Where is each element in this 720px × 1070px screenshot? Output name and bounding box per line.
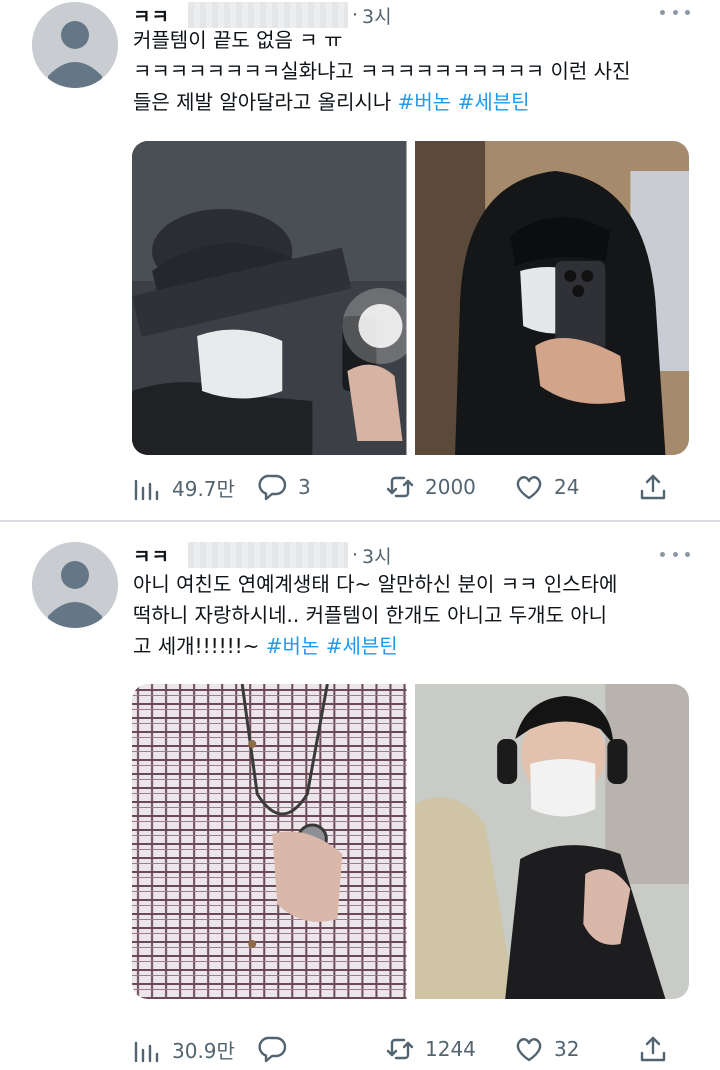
- like-icon: [516, 476, 542, 500]
- reply-icon: [258, 1036, 287, 1063]
- photo-image: [132, 684, 407, 999]
- avatar[interactable]: [32, 2, 118, 88]
- blurred-handle: [187, 542, 348, 568]
- share-icon: [640, 1036, 666, 1062]
- avatar[interactable]: [32, 542, 118, 628]
- views-button[interactable]: 49.7만: [132, 470, 235, 504]
- share-button[interactable]: [638, 1032, 668, 1066]
- timestamp[interactable]: 3시: [362, 542, 392, 569]
- photo-airport-headphones[interactable]: [414, 684, 689, 999]
- tweet-text: 아니 여친도 연예계생태 다~ 알만하신 분이 ㅋㅋ 인스타에 떡하니 자랑하시…: [133, 569, 703, 662]
- retweet-button[interactable]: 2000: [385, 470, 476, 504]
- separator-dot: ·: [351, 4, 359, 26]
- retweet-count: 1244: [425, 1037, 476, 1061]
- tweet-actions: 49.7만 3 2000 24: [132, 470, 677, 504]
- tweet[interactable]: ㅋㅋ · 3시 아니 여친도 연예계생태 다~ 알만하신 분이 ㅋㅋ 인스타에 …: [0, 522, 720, 1070]
- photo-image: [414, 141, 689, 455]
- like-count: 24: [554, 475, 580, 499]
- separator-dot: ·: [351, 544, 359, 566]
- media-grid: [132, 684, 689, 999]
- retweet-button[interactable]: 1244: [385, 1032, 476, 1066]
- retweet-icon: [386, 476, 414, 498]
- tweet-header: ㅋㅋ · 3시: [133, 540, 392, 570]
- like-button[interactable]: 32: [514, 1032, 579, 1066]
- views-count: 49.7만: [172, 476, 235, 501]
- views-count: 30.9만: [172, 1038, 235, 1063]
- views-icon: [134, 479, 159, 501]
- more-icon[interactable]: [660, 2, 690, 22]
- hashtag-link[interactable]: #세븐틴: [326, 634, 398, 658]
- like-count: 32: [554, 1037, 580, 1061]
- tweet-actions: 30.9만 1244 32: [132, 1032, 677, 1066]
- reply-icon: [258, 474, 287, 501]
- tweet[interactable]: ㅋㅋ · 3시 커플템이 끝도 없음 ㅋ ㅠ ㅋㅋㅋㅋㅋㅋㅋㅋ실화냐고 ㅋㅋㅋㅋ…: [0, 0, 720, 520]
- photo-mirror-selfie-hood[interactable]: [414, 141, 689, 455]
- hashtag-link[interactable]: #버논: [266, 634, 320, 658]
- default-avatar-icon: [32, 2, 118, 88]
- photo-image: [414, 684, 689, 999]
- reply-button[interactable]: 3: [258, 470, 311, 504]
- hashtag-link[interactable]: #세븐틴: [458, 90, 530, 114]
- default-avatar-icon: [32, 542, 118, 628]
- tweet-body: 커플템이 끝도 없음 ㅋ ㅠ ㅋㅋㅋㅋㅋㅋㅋㅋ실화냐고 ㅋㅋㅋㅋㅋㅋㅋㅋㅋㅋ 이…: [133, 28, 631, 114]
- reply-count: 3: [298, 475, 311, 499]
- tweet-text: 커플템이 끝도 없음 ㅋ ㅠ ㅋㅋㅋㅋㅋㅋㅋㅋ실화냐고 ㅋㅋㅋㅋㅋㅋㅋㅋㅋㅋ 이…: [133, 25, 703, 118]
- views-icon: [134, 1041, 159, 1063]
- hashtag-link[interactable]: #버논: [398, 90, 452, 114]
- reply-button[interactable]: [258, 1032, 298, 1066]
- media-grid: [132, 141, 689, 455]
- photo-plaid-shirt-rings[interactable]: [132, 684, 407, 999]
- like-icon: [516, 1038, 542, 1062]
- retweet-count: 2000: [425, 475, 476, 499]
- retweet-icon: [386, 1038, 414, 1060]
- like-button[interactable]: 24: [514, 470, 579, 504]
- more-icon[interactable]: [660, 544, 690, 564]
- display-name[interactable]: ㅋㅋ: [133, 542, 170, 569]
- views-button[interactable]: 30.9만: [132, 1032, 235, 1066]
- share-icon: [640, 474, 666, 500]
- photo-image: [132, 141, 407, 455]
- share-button[interactable]: [638, 470, 668, 504]
- photo-mirror-selfie-cap[interactable]: [132, 141, 407, 455]
